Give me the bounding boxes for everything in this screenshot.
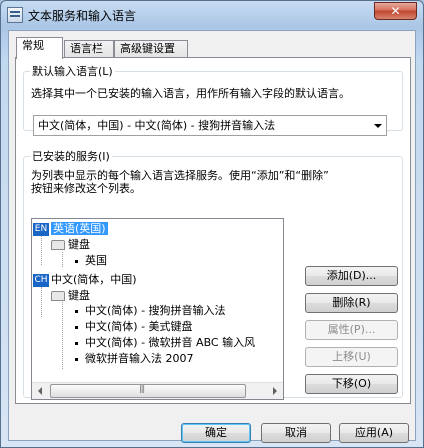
tree-node-item-label: 中文(简体) - 微软拼音 ABC 输入风	[85, 336, 256, 349]
window-title: 文本服务和输入语言	[28, 9, 137, 23]
scroll-left-icon[interactable]	[32, 383, 49, 399]
tab-advanced-key-settings[interactable]: 高级键设置	[114, 40, 188, 58]
installed-services-description-line2: 按钮来修改这个列表。	[31, 182, 141, 195]
ok-button[interactable]: 确定	[181, 423, 251, 443]
default-language-select[interactable]: 中文(简体，中国) - 中文(简体) - 搜狗拼音输入法	[33, 115, 387, 136]
default-language-legend: 默认输入语言(L)	[32, 65, 113, 78]
tab-general[interactable]: 常规	[16, 37, 63, 59]
tree-guide	[62, 252, 63, 267]
tree-node-item-label: 微软拼音输入法 2007	[85, 352, 194, 365]
installed-services-group: 已安装的服务(I) 为列表中显示的每个输入语言选择服务。使用“添加”和“删除” …	[23, 148, 403, 400]
properties-button[interactable]: 属性(P)...	[305, 320, 398, 340]
default-language-group: 默认输入语言(L) 选择其中一个已安装的输入语言，用作所有输入字段的默认语言。 …	[23, 63, 403, 136]
tree-node-keyboard-label: 键盘	[68, 238, 90, 251]
tree-node-chinese-label: 中文(简体，中国)	[51, 273, 137, 286]
bullet-icon	[75, 259, 78, 263]
language-icon-en: EN	[33, 222, 49, 236]
tree-node-sogou-pinyin[interactable]: 中文(简体) - 搜狗拼音输入法	[75, 303, 226, 318]
tree-node-english-uk-label: 英语(英国)	[51, 222, 108, 235]
services-tree[interactable]: EN 英语(英国) 键盘 英国 CH 中文(简体，中国) 键盘 中文(简体) -…	[31, 218, 284, 400]
tree-node-chinese-simplified[interactable]: CH 中文(简体，中国)	[33, 272, 137, 287]
chevron-down-icon[interactable]	[369, 116, 386, 135]
tab-panel-general: 默认输入语言(L) 选择其中一个已安装的输入语言，用作所有输入字段的默认语言。 …	[15, 57, 411, 404]
installed-services-description-line1: 为列表中显示的每个输入语言选择服务。使用“添加”和“删除”	[31, 169, 329, 182]
dialog-window: 文本服务和输入语言 ✕ 常规 语言栏 高级键设置 默认输入语言(L) 选择其中一…	[0, 0, 424, 448]
tree-node-keyboard-uk-label: 英国	[85, 254, 107, 267]
cancel-button[interactable]: 取消	[261, 423, 331, 443]
keyboard-folder-icon	[51, 291, 65, 301]
bullet-icon	[75, 341, 78, 345]
tree-node-keyboard-uk[interactable]: 英国	[75, 253, 107, 268]
tree-node-keyboard-group[interactable]: 键盘	[51, 288, 90, 303]
keyboard-folder-icon	[51, 240, 65, 250]
language-icon-ch: CH	[33, 273, 49, 287]
tree-guide	[41, 235, 42, 265]
scrollbar-thumb[interactable]	[50, 384, 246, 398]
default-language-description: 选择其中一个已安装的输入语言，用作所有输入字段的默认语言。	[31, 87, 350, 100]
scroll-right-icon[interactable]	[266, 383, 283, 399]
bullet-icon	[75, 309, 78, 313]
app-icon	[7, 7, 23, 23]
tab-language-bar[interactable]: 语言栏	[64, 40, 114, 58]
move-down-button[interactable]: 下移(O)	[305, 374, 398, 394]
tree-node-english-uk[interactable]: EN 英语(英国)	[33, 221, 108, 236]
horizontal-scrollbar[interactable]	[32, 382, 283, 399]
tree-guide	[62, 302, 63, 369]
bullet-icon	[75, 357, 78, 361]
tree-guide	[41, 287, 42, 317]
title-bar[interactable]: 文本服务和输入语言 ✕	[1, 1, 423, 29]
tree-node-keyboard-label: 键盘	[68, 289, 90, 302]
move-up-button[interactable]: 上移(U)	[305, 347, 398, 367]
apply-button[interactable]: 应用(A)	[339, 423, 409, 443]
tree-node-ms-pinyin-abc[interactable]: 中文(简体) - 微软拼音 ABC 输入风	[75, 335, 255, 350]
tree-node-item-label: 中文(简体) - 美式键盘	[85, 320, 193, 333]
default-language-value: 中文(简体，中国) - 中文(简体) - 搜狗拼音输入法	[38, 119, 276, 132]
tree-node-item-label: 中文(简体) - 搜狗拼音输入法	[85, 304, 226, 317]
tree-node-us-keyboard[interactable]: 中文(简体) - 美式键盘	[75, 319, 193, 334]
add-button[interactable]: 添加(D)...	[305, 266, 398, 286]
remove-button[interactable]: 删除(R)	[305, 293, 398, 313]
tree-node-keyboard-group[interactable]: 键盘	[51, 237, 90, 252]
tree-node-ms-pinyin-2007[interactable]: 微软拼音输入法 2007	[75, 351, 194, 366]
installed-services-legend: 已安装的服务(I)	[32, 150, 110, 163]
dialog-client: 常规 语言栏 高级键设置 默认输入语言(L) 选择其中一个已安装的输入语言，用作…	[8, 30, 416, 443]
close-button[interactable]: ✕	[374, 2, 417, 20]
bullet-icon	[75, 325, 78, 329]
